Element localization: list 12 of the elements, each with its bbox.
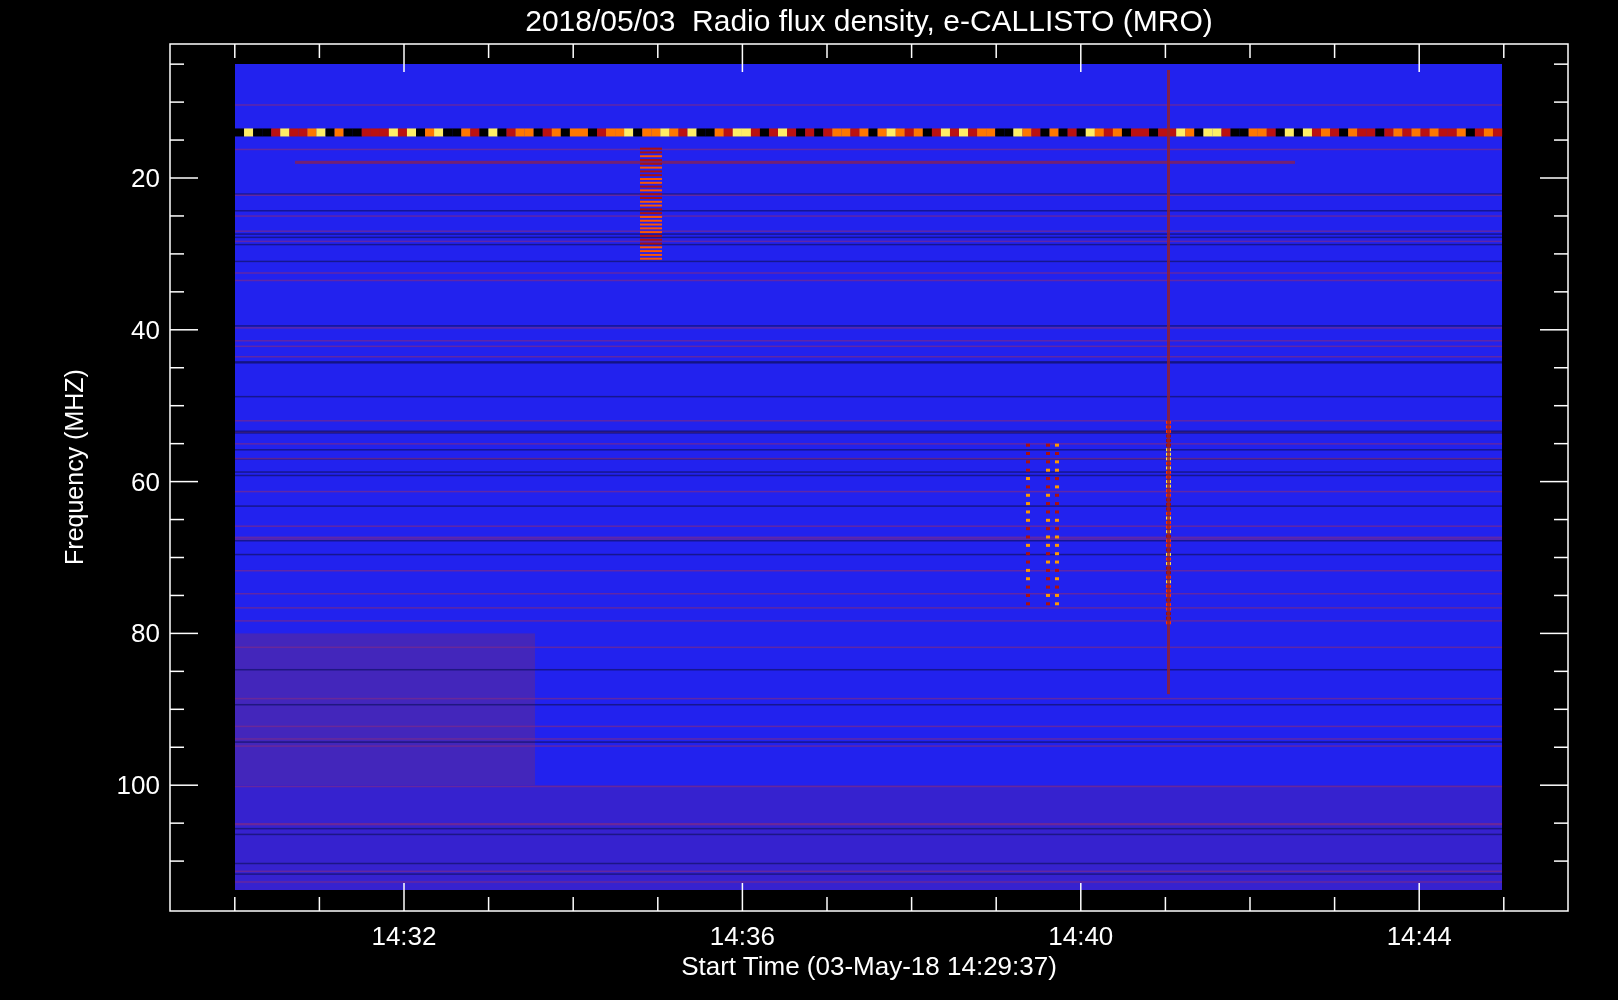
y-tick-label: 40 (131, 314, 160, 345)
x-axis-label: Start Time (03-May-18 14:29:37) (681, 951, 1057, 981)
x-tick-label: 14:32 (371, 921, 437, 951)
chart-title: 2018/05/03 Radio flux density, e-CALLISTO (MRO) (525, 4, 1213, 37)
x-tick-label: 14:36 (709, 921, 775, 951)
y-tick-label: 80 (131, 618, 160, 649)
y-axis-label: Frequency (MHZ) (60, 369, 88, 565)
y-tick-label: 60 (131, 466, 160, 497)
y-tick-label: 100 (116, 770, 160, 801)
x-tick-label: 14:40 (1048, 921, 1114, 951)
x-tick-label: 14:44 (1386, 921, 1452, 951)
y-tick-label: 20 (131, 163, 160, 193)
